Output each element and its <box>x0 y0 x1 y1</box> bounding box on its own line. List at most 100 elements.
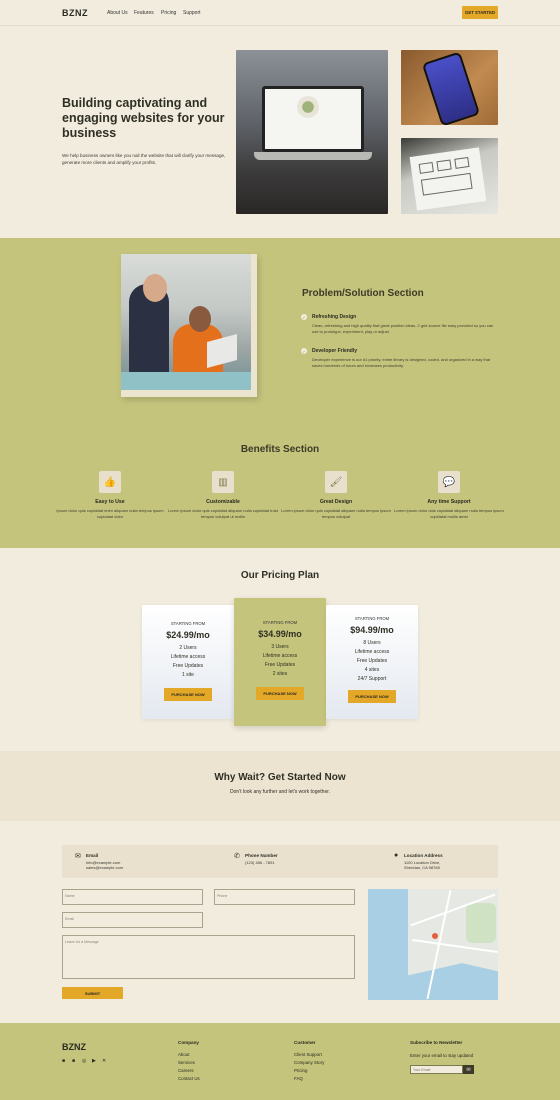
plan-feature: 2 sites <box>272 671 288 677</box>
pricing-card: STARTING FROM $94.99/mo 8 Users Lifetime… <box>326 605 418 719</box>
paint-roller-icon: 🖌 <box>325 471 347 493</box>
company-links: About Services Careers Contact Us <box>178 1051 200 1083</box>
pricing-card-featured: STARTING FROM $34.99/mo 3 Users Lifetime… <box>234 598 326 726</box>
benefit-item: ▥ Customizable Lorem ipsum dolor quis cu… <box>168 471 278 520</box>
problem-solution-title: Problem/Solution Section <box>302 288 424 299</box>
instagram-icon[interactable]: ◎ <box>82 1058 86 1064</box>
feature-description: Clean, refreshing and high quality that … <box>312 323 494 334</box>
cta-title: Why Wait? Get Started Now <box>214 772 346 783</box>
x-icon[interactable]: ✕ <box>102 1058 106 1064</box>
benefit-description: Lorem ipsum dolor quis cupidatat aliquam… <box>281 508 391 519</box>
feature-description: Developer experience is our #1 priority,… <box>312 357 491 368</box>
plan-feature: 8 Users <box>363 640 381 646</box>
plan-feature: Free Updates <box>172 663 204 669</box>
chat-icon: 💬 <box>438 471 460 493</box>
team-photo <box>121 254 257 397</box>
benefit-description: Lorem ipsum dolor quis cupidatat aliquam… <box>168 508 278 519</box>
nav-features[interactable]: Features <box>134 10 154 16</box>
starting-from-label: STARTING FROM <box>262 620 298 625</box>
footer-link[interactable]: Contact Us <box>178 1075 200 1083</box>
email-field[interactable]: Email <box>62 912 203 928</box>
map-pin-icon <box>432 933 438 939</box>
email-label: Email <box>86 853 99 858</box>
starting-from-label: STARTING FROM <box>354 616 390 621</box>
layout-icon: ▥ <box>212 471 234 493</box>
footer-logo[interactable]: BZNZ <box>62 1042 86 1052</box>
footer-link[interactable]: About <box>178 1051 200 1059</box>
plan-feature: 3 Users <box>271 644 289 650</box>
phone-icon: ✆ <box>234 853 240 860</box>
email-value[interactable]: sales@example.com <box>86 865 123 870</box>
nav-support[interactable]: Support <box>183 10 201 16</box>
plan-feature: Free Updates <box>264 662 296 668</box>
footer-link[interactable]: Client Support <box>294 1051 324 1059</box>
footer-link[interactable]: Company Story <box>294 1059 324 1067</box>
benefit-item: 👍 Easy to Use Ipsum dolor quis cupidatat… <box>55 471 165 520</box>
benefit-description: Lorem ipsum dolor duis cupidatat aliquam… <box>394 508 504 519</box>
check-icon: ✓ <box>301 314 307 320</box>
benefits-title: Benefits Section <box>240 444 320 455</box>
purchase-now-button[interactable]: PURCHASE NOW <box>348 690 396 703</box>
footer-link[interactable]: Careers <box>178 1067 200 1075</box>
plan-feature: Lifetime access <box>262 653 298 659</box>
benefit-description: Ipsum dolor quis cupidatat enim aliquam … <box>56 508 164 519</box>
benefit-name: Great Design <box>319 499 353 505</box>
feature-title: Developer Friendly <box>312 348 358 354</box>
plan-feature: 24/7 Support <box>357 676 387 682</box>
company-heading: Company <box>178 1040 199 1045</box>
feature-title: Refreshing Design <box>312 314 357 320</box>
cta-subtitle: Don't look any further and let's work to… <box>229 789 331 795</box>
location-pin-icon: ● <box>394 852 399 859</box>
plan-feature: Lifetime access <box>354 649 390 655</box>
cta-band <box>0 751 560 821</box>
purchase-now-button[interactable]: PURCHASE NOW <box>256 687 304 700</box>
youtube-icon[interactable]: ▶ <box>92 1058 96 1064</box>
get-started-button[interactable]: GET STARTED <box>462 6 498 19</box>
name-field[interactable]: Name <box>62 889 203 905</box>
newsletter-heading: Subscribe to Newsletter <box>410 1040 463 1045</box>
location-value: Sheridan, CA 98765 <box>404 865 440 870</box>
wireframe-sketch-image <box>401 138 498 214</box>
benefit-item: 💬 Any time Support Lorem ipsum dolor dui… <box>394 471 504 520</box>
phone-image <box>401 50 498 125</box>
plan-feature: Free Updates <box>356 658 388 664</box>
facebook-icon[interactable]: ■ <box>62 1058 65 1064</box>
footer-link[interactable]: Pricing <box>294 1067 324 1075</box>
location-map[interactable] <box>368 889 498 1000</box>
logo[interactable]: BZNZ <box>62 8 88 18</box>
envelope-icon: ✉ <box>75 853 81 860</box>
plan-feature: 4 sites <box>364 667 380 673</box>
plan-price: $94.99/mo <box>350 625 394 635</box>
phone-field[interactable]: Phone <box>214 889 355 905</box>
footer-link[interactable]: FAQ <box>294 1075 324 1083</box>
hero-subtitle: We help business owners like you nail th… <box>62 153 226 165</box>
purchase-now-button[interactable]: PURCHASE NOW <box>164 688 212 701</box>
nav-pricing[interactable]: Pricing <box>161 10 176 16</box>
benefit-item: 🖌 Great Design Lorem ipsum dolor quis cu… <box>281 471 391 520</box>
plan-feature: Lifetime access <box>170 654 206 660</box>
benefit-name: Customizable <box>206 499 240 505</box>
plan-price: $24.99/mo <box>166 630 210 640</box>
hero-title: Building captivating and engaging websit… <box>62 96 225 140</box>
laptop-image <box>236 50 388 214</box>
starting-from-label: STARTING FROM <box>170 621 206 626</box>
check-icon: ✓ <box>301 348 307 354</box>
newsletter-email-input[interactable]: Your Email <box>410 1065 463 1074</box>
phone-label: Phone Number <box>245 853 278 858</box>
customer-links: Client Support Company Story Pricing FAQ <box>294 1051 324 1083</box>
plan-price: $34.99/mo <box>258 629 302 639</box>
nav-about-us[interactable]: About Us <box>107 10 128 16</box>
phone-value[interactable]: (123) 456 - 7891 <box>245 860 275 865</box>
footer-link[interactable]: Services <box>178 1059 200 1067</box>
plan-feature: 1 site <box>182 672 194 678</box>
benefit-name: Any time Support <box>427 499 471 505</box>
linkedin-icon[interactable]: ■ <box>72 1058 75 1064</box>
thumbs-up-icon: 👍 <box>99 471 121 493</box>
pricing-card: STARTING FROM $24.99/mo 2 Users Lifetime… <box>142 605 234 719</box>
location-label: Location Address <box>404 853 443 858</box>
plan-feature: 2 Users <box>179 645 197 651</box>
message-textarea[interactable]: Leave Us a Message <box>62 935 355 979</box>
newsletter-submit-icon[interactable]: ✉ <box>463 1065 474 1074</box>
submit-button[interactable]: SUBMIT <box>62 987 123 999</box>
pricing-title: Our Pricing Plan <box>240 570 320 581</box>
